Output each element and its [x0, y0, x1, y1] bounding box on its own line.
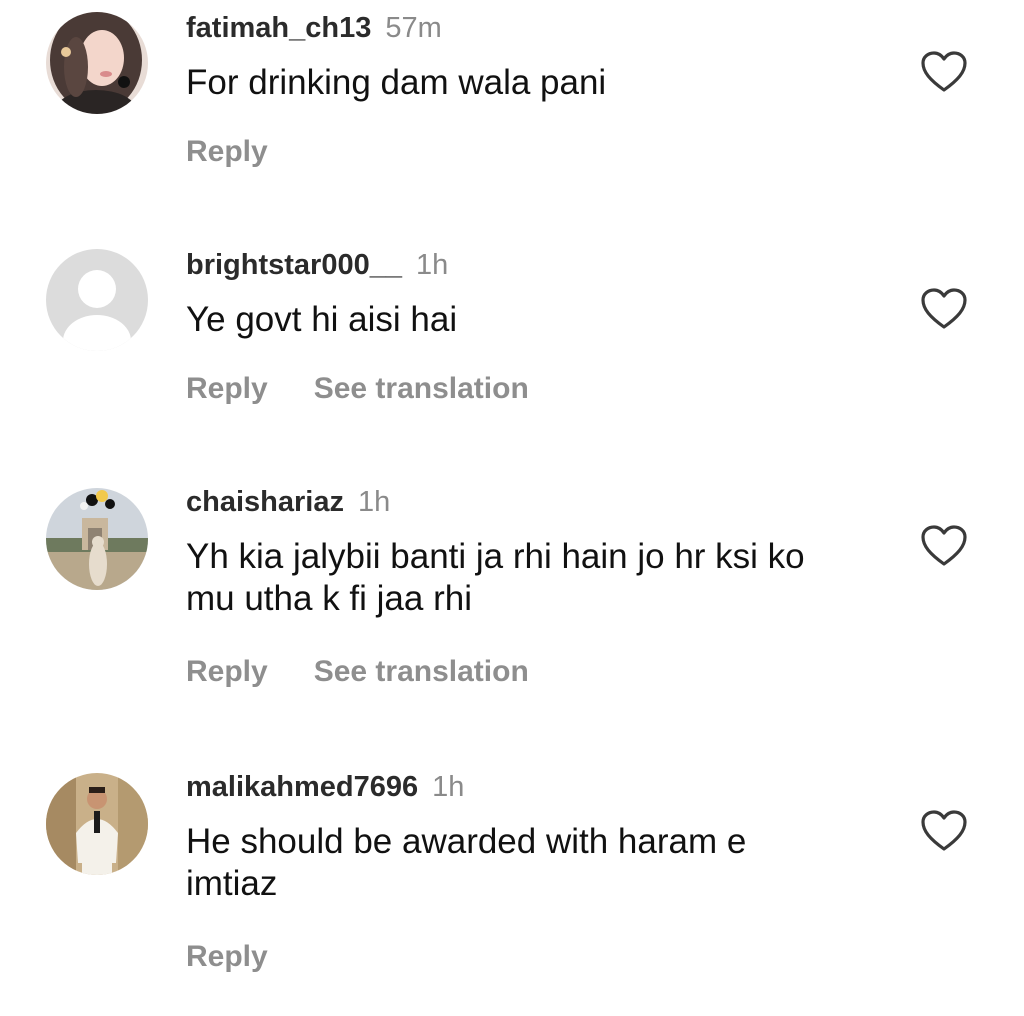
see-translation-button[interactable]: See translation — [314, 655, 529, 688]
comment-timestamp: 1h — [416, 249, 449, 281]
heart-outline-icon[interactable] — [920, 287, 968, 331]
comment-timestamp: 1h — [357, 486, 391, 518]
avatar[interactable] — [46, 488, 148, 590]
avatar-photo-icon — [46, 12, 148, 114]
comment-username[interactable]: chaishariaz — [186, 486, 344, 518]
heart-outline-icon[interactable] — [920, 809, 968, 853]
comment-username[interactable]: fatimah_ch13 — [186, 12, 371, 44]
comment-meta: malikahmed7696 1h — [186, 769, 464, 810]
comment-actions: Reply See translation — [186, 654, 529, 690]
avatar[interactable] — [46, 12, 148, 114]
comment-text: He should be awarded with haram e imtiaz — [186, 822, 747, 903]
comment-text: Ye govt hi aisi hai — [186, 300, 458, 339]
avatar[interactable] — [46, 249, 148, 351]
comment-actions: Reply — [186, 134, 268, 170]
avatar-photo-icon — [46, 488, 148, 590]
comment-timestamp: 1h — [432, 771, 465, 803]
comment-meta: brightstar000__ 1h — [186, 247, 448, 288]
see-translation-button[interactable]: See translation — [314, 372, 529, 405]
comment-meta: chaishariaz 1h — [186, 484, 390, 525]
reply-button[interactable]: Reply — [186, 372, 268, 405]
avatar-photo-icon — [46, 773, 148, 875]
comment-actions: Reply — [186, 939, 268, 975]
comment-meta: fatimah_ch13 57m — [186, 10, 442, 51]
comment-text: For drinking dam wala pani — [186, 63, 607, 102]
comment-username[interactable]: malikahmed7696 — [186, 771, 418, 803]
comment-username[interactable]: brightstar000__ — [186, 249, 402, 281]
avatar[interactable] — [46, 773, 148, 875]
heart-outline-icon[interactable] — [920, 524, 968, 568]
comment-timestamp: 57m — [385, 12, 442, 44]
comment-text: Yh kia jalybii banti ja rhi hain jo hr k… — [186, 537, 805, 618]
person-silhouette-icon — [46, 249, 148, 351]
reply-button[interactable]: Reply — [186, 655, 268, 688]
comment-actions: Reply See translation — [186, 371, 529, 407]
heart-outline-icon[interactable] — [920, 50, 968, 94]
reply-button[interactable]: Reply — [186, 135, 268, 168]
reply-button[interactable]: Reply — [186, 940, 268, 973]
